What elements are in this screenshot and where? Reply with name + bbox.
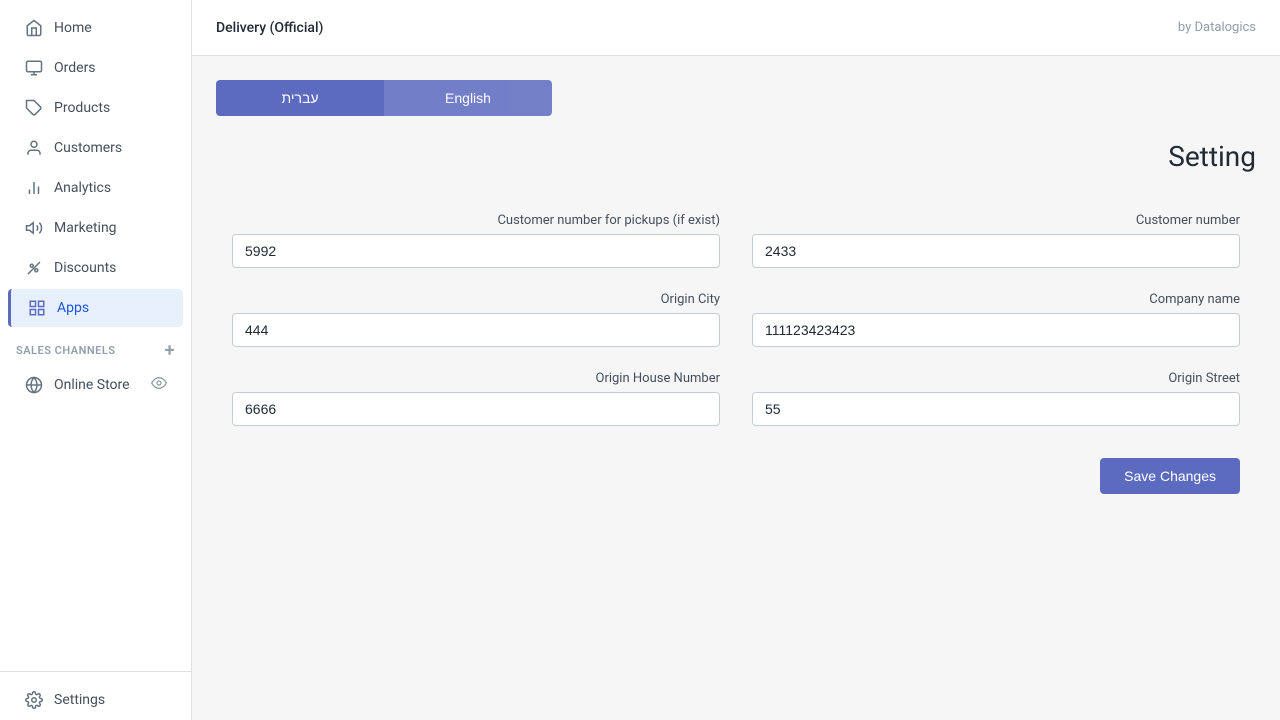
sidebar-item-marketing-label: Marketing — [54, 220, 117, 236]
online-store-icon — [24, 375, 44, 395]
setting-title: Setting — [216, 140, 1256, 173]
sidebar-item-analytics-label: Analytics — [54, 180, 111, 196]
language-tabs: עברית English — [216, 80, 552, 116]
online-store-label: Online Store — [54, 377, 130, 393]
origin-house-number-group: Origin House Number — [216, 363, 736, 442]
sidebar-item-online-store[interactable]: Online Store — [8, 366, 183, 404]
customer-number-pickups-group: Customer number for pickups (if exist) — [216, 205, 736, 284]
marketing-icon — [24, 218, 44, 238]
sidebar-item-analytics[interactable]: Analytics — [8, 169, 183, 207]
header-byline: by Datalogics — [1178, 20, 1256, 35]
save-button-row: Save Changes — [216, 442, 1256, 494]
discounts-icon — [24, 258, 44, 278]
home-icon — [24, 18, 44, 38]
customer-number-pickups-label: Customer number for pickups (if exist) — [232, 213, 720, 228]
analytics-icon — [24, 178, 44, 198]
english-tab[interactable]: English — [384, 80, 552, 116]
hebrew-tab[interactable]: עברית — [216, 80, 384, 116]
content-area: עברית English Setting Customer number fo… — [192, 56, 1280, 720]
sidebar-item-settings[interactable]: Settings — [8, 681, 183, 719]
main-content: Delivery (Official) by Datalogics עברית … — [192, 0, 1280, 720]
add-sales-channel-button[interactable]: + — [165, 340, 175, 361]
origin-city-input[interactable] — [232, 313, 720, 347]
sales-channels-section: SALES CHANNELS + — [0, 328, 191, 365]
origin-house-number-input[interactable] — [232, 392, 720, 426]
sidebar-item-customers[interactable]: Customers — [8, 129, 183, 167]
products-icon — [24, 98, 44, 118]
sidebar-item-settings-label: Settings — [54, 692, 105, 708]
settings-icon — [24, 690, 44, 710]
sidebar-item-apps[interactable]: Apps — [8, 289, 183, 327]
customer-number-input[interactable] — [752, 234, 1240, 268]
sidebar-bottom: Settings — [0, 671, 191, 720]
sidebar-item-discounts-label: Discounts — [54, 260, 116, 276]
origin-street-input[interactable] — [752, 392, 1240, 426]
origin-city-group: Origin City — [216, 284, 736, 363]
sidebar-item-products-label: Products — [54, 100, 110, 116]
sidebar-item-customers-label: Customers — [54, 140, 122, 156]
sidebar-item-orders[interactable]: Orders — [8, 49, 183, 87]
header-title: Delivery (Official) — [216, 20, 323, 36]
customer-number-label: Customer number — [752, 213, 1240, 228]
company-name-label: Company name — [752, 292, 1240, 307]
origin-house-number-label: Origin House Number — [232, 371, 720, 386]
apps-icon — [27, 298, 47, 318]
company-name-input[interactable] — [752, 313, 1240, 347]
origin-city-label: Origin City — [232, 292, 720, 307]
header: Delivery (Official) by Datalogics — [192, 0, 1280, 56]
sidebar: Home Orders Products Customers Analytics… — [0, 0, 192, 720]
origin-street-group: Origin Street — [736, 363, 1256, 442]
customer-number-group: Customer number — [736, 205, 1256, 284]
sidebar-item-discounts[interactable]: Discounts — [8, 249, 183, 287]
sidebar-item-marketing[interactable]: Marketing — [8, 209, 183, 247]
sidebar-item-products[interactable]: Products — [8, 89, 183, 127]
settings-form: Customer number for pickups (if exist) C… — [216, 205, 1256, 442]
customer-number-pickups-input[interactable] — [232, 234, 720, 268]
orders-icon — [24, 58, 44, 78]
save-changes-button[interactable]: Save Changes — [1100, 458, 1240, 494]
sidebar-item-home[interactable]: Home — [8, 9, 183, 47]
customers-icon — [24, 138, 44, 158]
sidebar-item-apps-label: Apps — [57, 300, 89, 316]
online-store-eye-icon[interactable] — [151, 375, 167, 395]
company-name-group: Company name — [736, 284, 1256, 363]
sidebar-item-orders-label: Orders — [54, 60, 96, 76]
origin-street-label: Origin Street — [752, 371, 1240, 386]
sidebar-item-home-label: Home — [54, 20, 92, 36]
